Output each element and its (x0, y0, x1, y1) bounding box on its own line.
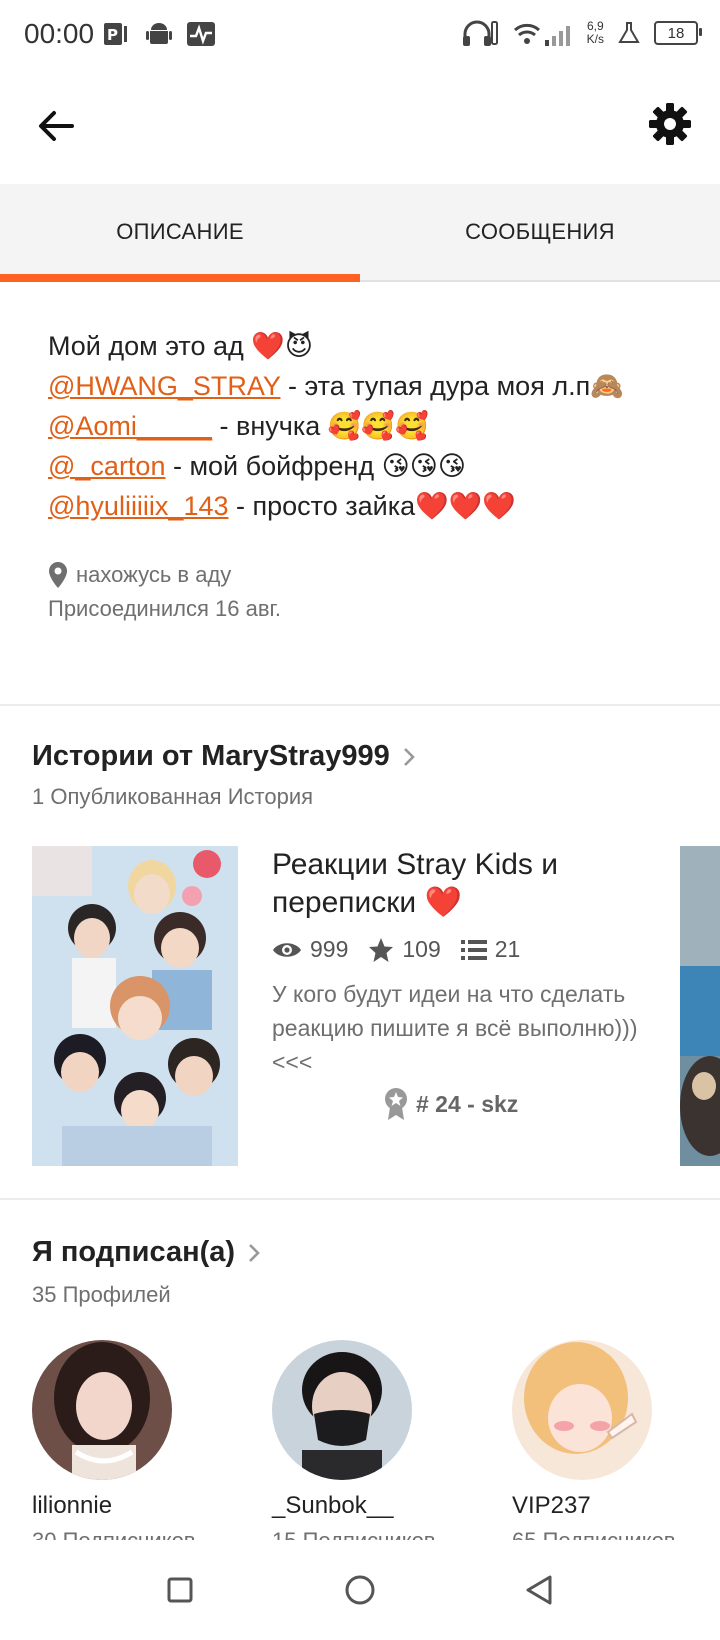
story-title[interactable]: Реакции Stray Kids и переписки ❤️ (272, 846, 652, 922)
parts-stat: 21 (460, 936, 521, 963)
avatar (32, 1340, 172, 1480)
description-text: Мой дом это ад ❤️😈 (48, 331, 314, 361)
description-line: Мой дом это ад ❤️😈 (48, 326, 698, 366)
profile-meta: нахожусь в аду Присоединился 16 авг. (48, 558, 281, 626)
android-icon (146, 23, 172, 44)
avatar (272, 1340, 412, 1480)
story-rank[interactable]: # 24 - skz (384, 1087, 652, 1121)
location-row: нахожусь в аду (48, 558, 281, 592)
list-icon (460, 939, 487, 960)
profile-card[interactable]: lilionnie 30 Подписчиков (32, 1340, 232, 1544)
tab-messages-label: СООБЩЕНИЯ (465, 219, 615, 244)
profile-name: VIP237 (512, 1492, 591, 1519)
story-cover-image[interactable] (32, 846, 238, 1166)
tab-messages[interactable]: СООБЩЕНИЯ (360, 184, 720, 280)
location-text: нахожусь в аду (76, 562, 232, 587)
battery-indicator: 18 (654, 21, 702, 45)
story-cover-art (32, 846, 238, 1166)
profile-name: lilionnie (32, 1492, 113, 1519)
star-icon (369, 937, 394, 962)
description-line: @HWANG_STRAY - эта тупая дура моя л.п🙈 (48, 366, 698, 406)
chevron-right-icon (403, 747, 415, 766)
app-bar (0, 74, 720, 184)
parking-app-icon: P (104, 23, 127, 45)
location-pin-icon (49, 562, 67, 588)
following-section-title[interactable]: Я подписан(а) (32, 1236, 261, 1269)
profile-tabs: ОПИСАНИЕ СООБЩЕНИЯ (0, 184, 720, 282)
battery-level: 18 (667, 24, 685, 42)
description-text: - просто зайка❤️❤️❤️ (228, 491, 516, 521)
activity-monitor-icon (187, 22, 215, 46)
back-triangle-icon[interactable] (518, 1568, 562, 1612)
profile-card[interactable]: VIP237 65 Подписчиков (512, 1340, 712, 1544)
stories-section-title[interactable]: Истории от MaryStray999 (32, 740, 416, 773)
network-speed: 6,9 K/s (587, 20, 604, 46)
settings-gear-icon[interactable] (646, 100, 694, 148)
svg-text:P: P (107, 26, 118, 44)
mention-link[interactable]: @_carton (48, 451, 165, 481)
back-arrow-icon[interactable] (34, 104, 78, 148)
next-story-cover[interactable] (680, 846, 720, 1166)
description-text: - мой бойфренд 😘😘😘 (165, 451, 467, 481)
joined-text: Присоединился 16 авг. (48, 596, 281, 621)
parts-count: 21 (494, 936, 521, 962)
avatar-image (32, 1340, 172, 1480)
description-text: - эта тупая дура моя л.п🙈 (280, 371, 624, 401)
description-text: - внучка 🥰🥰🥰 (212, 411, 429, 441)
flask-icon (618, 22, 640, 43)
mention-link[interactable]: @HWANG_STRAY (48, 371, 280, 401)
avatar-image (272, 1340, 412, 1480)
stories-section-subtitle: 1 Опубликованная История (32, 784, 314, 809)
votes-stat: 109 (368, 936, 441, 963)
description-line: @hyuliiiiix_143 - просто зайка❤️❤️❤️ (48, 486, 698, 526)
chevron-right-icon (249, 1243, 260, 1262)
following-title-text: Я подписан(а) (32, 1236, 236, 1268)
story-info: Реакции Stray Kids и переписки ❤️ 999 10… (272, 846, 652, 1121)
following-section-subtitle: 35 Профилей (32, 1282, 171, 1307)
avatar-image (512, 1340, 652, 1480)
wifi-signal-icon (513, 23, 570, 46)
reads-count: 999 (310, 936, 349, 962)
eye-icon (273, 942, 301, 957)
description-line: @Aomi_____ - внучка 🥰🥰🥰 (48, 406, 698, 446)
votes-count: 109 (402, 936, 441, 962)
stories-title-text: Истории от MaryStray999 (32, 740, 390, 772)
tab-description-label: ОПИСАНИЕ (116, 219, 244, 244)
next-story-cover-art (680, 846, 720, 1166)
status-bar: 00:00 P 6,9 K/s 18 (0, 0, 720, 74)
profile-name: _Sunbok__ (272, 1492, 394, 1519)
story-description: У кого будут идеи на что сделать реакцию… (272, 981, 638, 1075)
mention-link[interactable]: @hyuliiiiix_143 (48, 491, 229, 521)
profile-card[interactable]: _Sunbok__ 15 Подписчиков (272, 1340, 472, 1544)
status-time: 00:00 (24, 18, 95, 49)
following-profiles: lilionnie 30 Подписчиков _Sunbok__ 15 По… (0, 1340, 720, 1544)
section-divider (0, 1198, 720, 1200)
headphones-icon (462, 20, 498, 46)
story-stats: 999 109 21 (272, 936, 652, 963)
system-nav-bar (0, 1540, 720, 1640)
rank-text: # 24 - skz (416, 1090, 519, 1117)
award-ribbon-icon (385, 1088, 407, 1120)
speed-unit: K/s (586, 32, 604, 46)
mention-link[interactable]: @Aomi_____ (48, 411, 212, 441)
reads-stat: 999 (272, 936, 348, 963)
joined-row: Присоединился 16 авг. (48, 592, 281, 626)
section-divider (0, 704, 720, 706)
profile-description: Мой дом это ад ❤️😈 @HWANG_STRAY - эта ту… (48, 326, 698, 526)
home-circle-icon[interactable] (338, 1568, 382, 1612)
tab-description[interactable]: ОПИСАНИЕ (0, 184, 360, 282)
description-line: @_carton - мой бойфренд 😘😘😘 (48, 446, 698, 486)
avatar (512, 1340, 652, 1480)
recent-apps-square-icon[interactable] (158, 1568, 202, 1612)
